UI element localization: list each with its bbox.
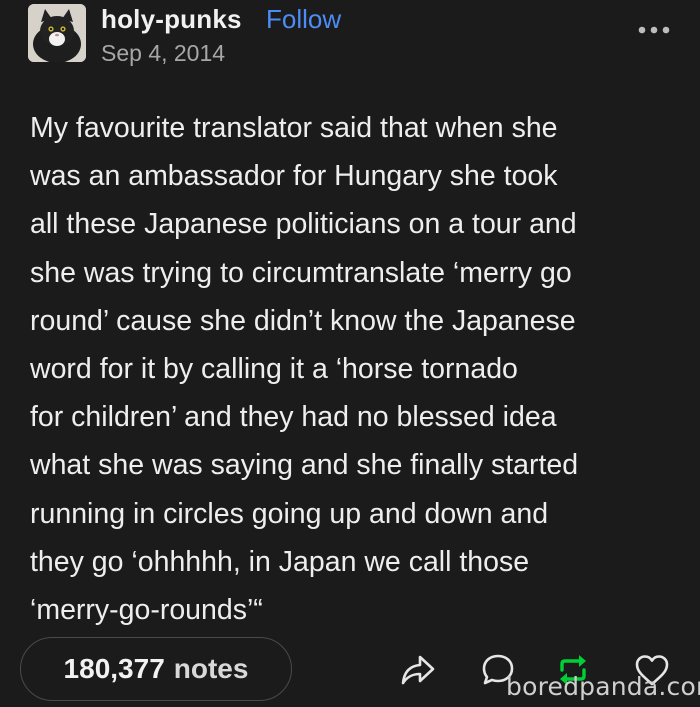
- post-body-text: My favourite translator said that when s…: [30, 112, 579, 627]
- avatar[interactable]: [28, 4, 86, 62]
- post-date: Sep 4, 2014: [101, 40, 226, 66]
- share-icon: [401, 655, 435, 685]
- watermark-text: boredpanda.com: [506, 672, 700, 701]
- ellipsis-icon: [638, 26, 670, 34]
- tumblr-post: holy-punks Follow Sep 4, 2014 My favouri…: [0, 0, 700, 707]
- notes-count: 180,377: [63, 653, 165, 684]
- notes-button[interactable]: 180,377 notes: [20, 637, 292, 701]
- follow-button[interactable]: Follow: [266, 4, 341, 35]
- share-button[interactable]: [398, 650, 438, 690]
- cat-avatar-icon: [28, 4, 86, 62]
- notes-label: notes: [173, 653, 249, 684]
- more-options-button[interactable]: [636, 18, 672, 38]
- post-author-username[interactable]: holy-punks: [101, 4, 242, 35]
